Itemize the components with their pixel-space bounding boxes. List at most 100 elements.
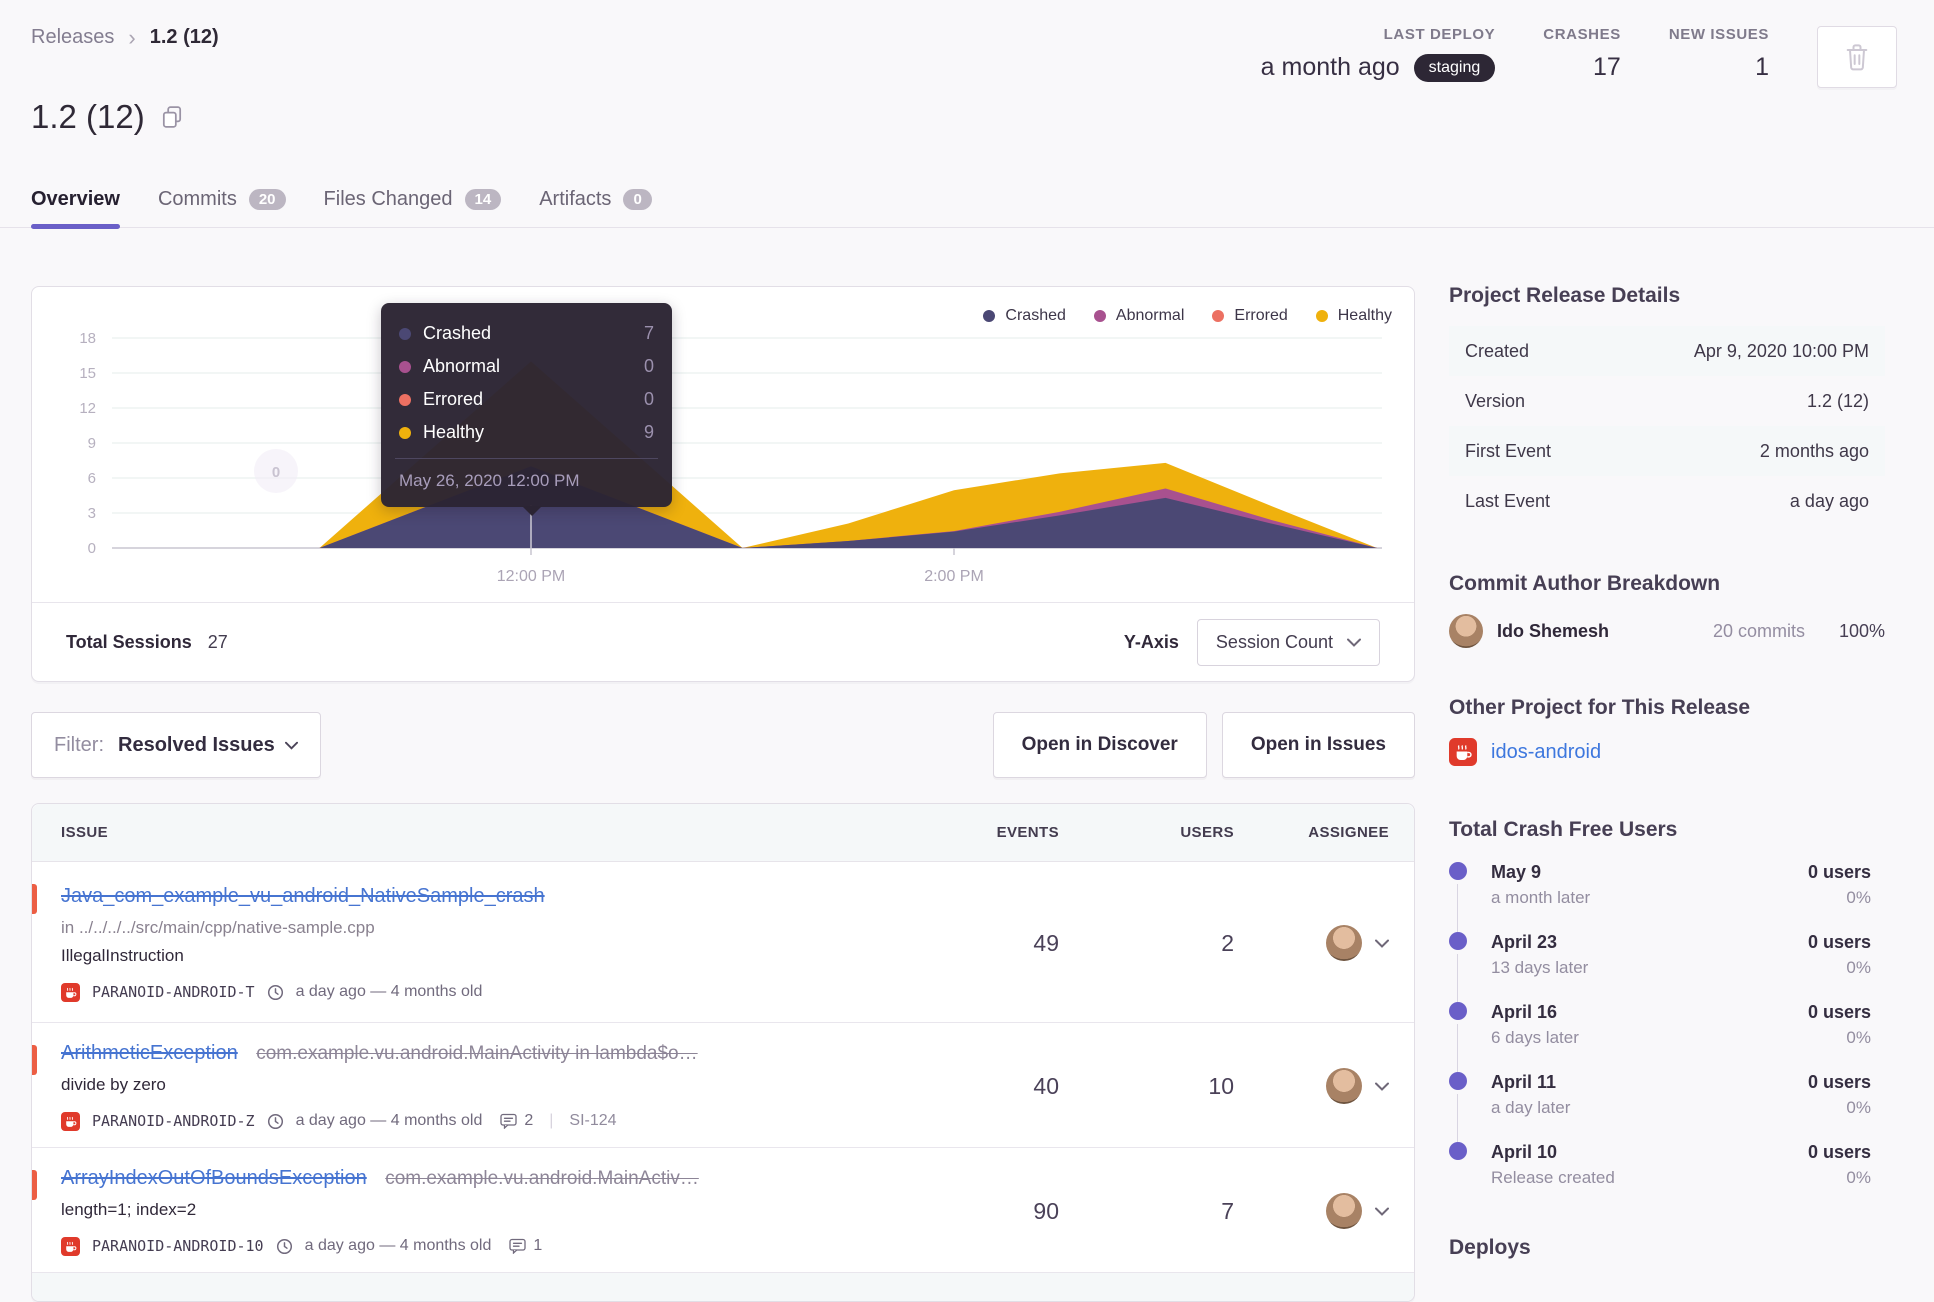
- issue-level-bar: [32, 884, 37, 914]
- chevron-down-icon[interactable]: [1375, 1082, 1389, 1091]
- legend-item-healthy[interactable]: Healthy: [1315, 307, 1392, 325]
- yaxis-select[interactable]: Session Count: [1196, 618, 1380, 666]
- stat-new-issues: NEW ISSUES 1: [1669, 26, 1769, 82]
- detail-row-version: Version 1.2 (12): [1449, 376, 1885, 426]
- legend-label: Abnormal: [1115, 307, 1185, 324]
- issue-title-link[interactable]: ArithmeticException: [61, 1042, 238, 1064]
- issues-table: ISSUE EVENTS USERS ASSIGNEE Java_com_exa…: [31, 803, 1415, 1302]
- legend-item-errored[interactable]: Errored: [1212, 307, 1288, 325]
- assignee-avatar[interactable]: [1326, 925, 1362, 961]
- copy-version-button[interactable]: [161, 105, 183, 129]
- entry-users: 0 users: [1807, 1072, 1871, 1092]
- svg-text:0: 0: [88, 540, 96, 557]
- tab-files-changed[interactable]: Files Changed 14: [324, 188, 502, 229]
- timeline-dot-column: [1449, 1140, 1467, 1210]
- crashes-value: 17: [1593, 53, 1621, 81]
- detail-label: Version: [1465, 390, 1526, 411]
- chevron-down-icon[interactable]: [1375, 939, 1389, 948]
- comment-count: 1: [533, 1237, 543, 1254]
- issue-row[interactable]: Java_com_example_vu_android_NativeSample…: [32, 862, 1414, 1023]
- section-title: Total Crash Free Users: [1449, 818, 1678, 841]
- issue-culprit: in ../../../../src/main/cpp/native-sampl…: [61, 918, 375, 937]
- project-link[interactable]: idos-android: [1491, 741, 1601, 764]
- timeline-connector: [1457, 1094, 1458, 1142]
- svg-text:2:00 PM: 2:00 PM: [924, 568, 984, 585]
- timeline-dot-column: [1449, 930, 1467, 1002]
- timeline-dot-icon: [1449, 1002, 1467, 1020]
- author-avatar: [1449, 614, 1483, 648]
- stat-label: NEW ISSUES: [1668, 26, 1769, 43]
- svg-text:9: 9: [88, 435, 96, 452]
- crashed-dot-icon: [983, 310, 996, 322]
- entry-users: 0 users: [1807, 932, 1871, 952]
- comment-icon: [509, 1238, 527, 1254]
- legend-item-crashed[interactable]: Crashed: [983, 307, 1066, 325]
- column-users: USERS: [1180, 824, 1234, 841]
- entry-percent: 0%: [1846, 1028, 1871, 1047]
- page-title: 1.2 (12): [31, 98, 145, 135]
- commit-author-breakdown-section: Commit Author Breakdown Ido Shemesh 20 c…: [1449, 572, 1885, 648]
- section-title: Commit Author Breakdown: [1449, 572, 1721, 595]
- section-title: Other Project for This Release: [1449, 696, 1751, 719]
- open-in-discover-button[interactable]: Open in Discover: [992, 712, 1207, 778]
- legend-item-abnormal[interactable]: Abnormal: [1093, 307, 1185, 325]
- legend-label: Healthy: [1337, 307, 1392, 324]
- total-sessions-value: 27: [207, 631, 228, 652]
- clock-icon: [267, 1113, 283, 1129]
- crash-free-users-section: Total Crash Free Users May 9 0 users a mon…: [1449, 818, 1885, 1210]
- timeline-dot-icon: [1449, 932, 1467, 950]
- chart-footer: Total Sessions 27 Y-Axis Session Count: [32, 602, 1414, 681]
- total-sessions-label: Total Sessions: [66, 631, 192, 652]
- project-slug: PARANOID-ANDROID-10: [92, 1237, 264, 1255]
- deploys-section-title: Deploys: [1449, 1236, 1531, 1259]
- assignee-avatar[interactable]: [1326, 1193, 1362, 1229]
- tab-badge: 0: [623, 189, 652, 210]
- tab-overview[interactable]: Overview: [31, 188, 120, 229]
- svg-text:6: 6: [88, 470, 96, 487]
- breadcrumb-releases-link[interactable]: Releases: [31, 26, 114, 49]
- tab-badge: 14: [464, 189, 502, 210]
- svg-text:3: 3: [88, 505, 96, 522]
- issue-row[interactable]: ArrayIndexOutOfBoundsException com.examp…: [32, 1148, 1414, 1273]
- detail-value: a day ago: [1789, 490, 1869, 511]
- assignee-avatar[interactable]: [1326, 1068, 1362, 1104]
- tab-label: Artifacts: [539, 188, 612, 210]
- open-in-issues-button[interactable]: Open in Issues: [1221, 712, 1415, 778]
- crash-free-entry: April 16 0 users 6 days later 0%: [1449, 1000, 1871, 1072]
- copy-icon: [162, 106, 181, 128]
- entry-users: 0 users: [1807, 862, 1871, 882]
- sidebar: Project Release Details Created Apr 9, 2…: [1449, 284, 1885, 1260]
- delete-release-button[interactable]: [1817, 26, 1897, 88]
- tab-artifacts[interactable]: Artifacts 0: [539, 188, 652, 229]
- column-assignee: ASSIGNEE: [1308, 824, 1389, 841]
- issue-culprit: com.example.vu.android.MainActivity in l…: [256, 1043, 698, 1064]
- column-events: EVENTS: [996, 824, 1059, 841]
- author-commit-count: 20 commits: [1712, 620, 1805, 641]
- chevron-down-icon[interactable]: [1375, 1207, 1389, 1216]
- project-slug: PARANOID-ANDROID-Z: [92, 1112, 255, 1130]
- entry-relative-time: a day later: [1491, 1098, 1571, 1117]
- issue-title-link[interactable]: Java_com_example_vu_android_NativeSample…: [61, 885, 545, 907]
- chart-legend: Crashed Abnormal Errored Healthy: [983, 307, 1392, 325]
- timeline-dot-icon: [1449, 862, 1467, 880]
- crash-free-entry: April 11 0 users a day later 0%: [1449, 1070, 1871, 1142]
- tab-commits[interactable]: Commits 20: [158, 188, 286, 229]
- chevron-right-icon: ›: [128, 24, 136, 50]
- detail-value: Apr 9, 2020 10:00 PM: [1693, 340, 1869, 361]
- last-deploy-value: a month ago: [1260, 53, 1400, 81]
- detail-label: First Event: [1465, 440, 1552, 461]
- yaxis-selected-value: Session Count: [1215, 631, 1333, 652]
- environment-badge: staging: [1413, 53, 1496, 82]
- entry-date: May 9: [1491, 862, 1542, 882]
- issue-title-link[interactable]: ArrayIndexOutOfBoundsException: [61, 1167, 367, 1189]
- issues-toolbar: Filter: Resolved Issues Open in Discover…: [31, 712, 1415, 778]
- issue-row[interactable]: ArithmeticException com.example.vu.andro…: [32, 1023, 1414, 1148]
- issue-message: IllegalInstruction: [61, 946, 184, 965]
- timeline-connector: [1457, 954, 1458, 1002]
- filter-dropdown[interactable]: Filter: Resolved Issues: [31, 712, 321, 778]
- issue-users-count: 2: [1221, 929, 1234, 956]
- svg-text:15: 15: [79, 365, 96, 382]
- issue-users-count: 7: [1221, 1197, 1234, 1224]
- crash-free-entry: May 9 0 users a month later 0%: [1449, 860, 1871, 932]
- author-percent: 100%: [1838, 620, 1885, 641]
